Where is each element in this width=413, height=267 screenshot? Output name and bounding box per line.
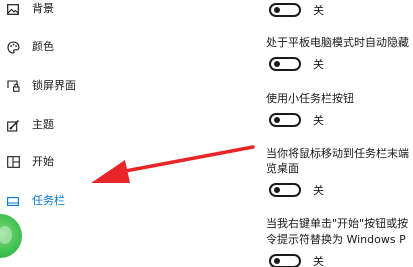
sidebar-item-label: 主题 (32, 118, 54, 131)
sidebar-item-label: 锁屏界面 (32, 79, 76, 92)
toggle-switch[interactable] (269, 57, 301, 71)
setting-label-powershell-line2: 令提示符替换为 Windows P (266, 233, 406, 246)
toggle-peek-desktop[interactable]: 关 (266, 180, 324, 200)
setting-label-peek-line2: 览桌面 (266, 162, 299, 175)
setting-label-powershell-line1: 当我右键单击"开始"按钮或按 (266, 217, 409, 230)
picture-icon (6, 2, 20, 16)
sidebar-item-taskbar[interactable]: 任务栏 (0, 188, 200, 214)
taskbar-settings-window: 背景 颜色 锁屏界面 主题 开始 任务栏 关 处于平板电脑模式时自动隐藏 关 使… (0, 0, 413, 267)
theme-brush-icon (6, 118, 20, 132)
palette-icon (6, 40, 20, 54)
toggle-knob (274, 61, 280, 67)
taskbar-settings-panel: 关 处于平板电脑模式时自动隐藏 关 使用小任务栏按钮 关 当你将鼠标移动到任务栏… (266, 0, 413, 267)
toggle-state-label: 关 (313, 255, 324, 267)
toggle-lock-taskbar[interactable]: 关 (266, 0, 324, 20)
toggle-tablet-autohide[interactable]: 关 (266, 54, 324, 74)
toggle-switch[interactable] (269, 183, 301, 197)
setting-label-peek-line1: 当你将鼠标移动到任务栏末端 (266, 147, 409, 160)
toggle-knob (274, 117, 280, 123)
taskbar-icon (6, 194, 20, 208)
toggle-switch[interactable] (269, 254, 301, 267)
sidebar-item-start[interactable]: 开始 (0, 149, 200, 175)
sidebar-item-label: 颜色 (32, 40, 54, 53)
sidebar-item-label: 背景 (32, 2, 54, 15)
toggle-knob (274, 187, 280, 193)
sidebar-item-label: 任务栏 (32, 194, 65, 207)
sidebar-item-colors[interactable]: 颜色 (0, 34, 200, 60)
toggle-state-label: 关 (313, 58, 324, 71)
sidebar-item-label: 开始 (32, 155, 54, 168)
sidebar-item-lock-screen[interactable]: 锁屏界面 (0, 73, 200, 99)
green-circle-highlight (0, 226, 12, 244)
toggle-state-label: 关 (313, 4, 324, 17)
sidebar-item-themes[interactable]: 主题 (0, 112, 200, 138)
settings-sidebar: 背景 颜色 锁屏界面 主题 开始 任务栏 (0, 0, 200, 267)
sidebar-item-background[interactable]: 背景 (0, 0, 200, 22)
toggle-switch[interactable] (269, 3, 301, 17)
toggle-switch[interactable] (269, 113, 301, 127)
setting-label-tablet-autohide: 处于平板电脑模式时自动隐藏 (266, 36, 409, 49)
toggle-small-buttons[interactable]: 关 (266, 110, 324, 130)
toggle-state-label: 关 (313, 184, 324, 197)
setting-label-small-buttons: 使用小任务栏按钮 (266, 92, 354, 105)
toggle-powershell[interactable]: 关 (266, 251, 324, 267)
toggle-knob (274, 258, 280, 264)
toggle-state-label: 关 (313, 114, 324, 127)
lock-screen-icon (6, 79, 20, 93)
toggle-knob (274, 7, 280, 13)
start-menu-icon (6, 155, 20, 169)
